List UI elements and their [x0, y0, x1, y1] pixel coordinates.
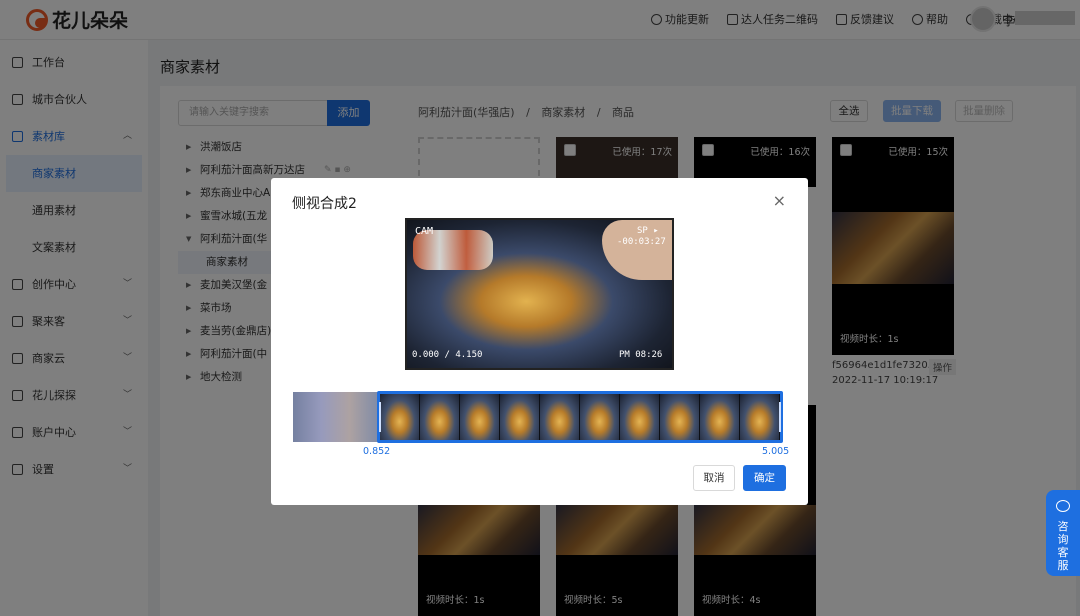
timeline-frame	[500, 394, 540, 440]
timeline-frame	[420, 394, 460, 440]
customer-service-button[interactable]: 咨询客服	[1046, 490, 1080, 576]
range-start-label: 0.852	[363, 446, 391, 457]
playback-time: 0.000 / 4.150	[412, 350, 483, 360]
range-end-handle[interactable]	[779, 402, 781, 432]
compose-dialog: 侧视合成2 × CAM SP ▸ -00:03:27 0.000 / 4.150…	[271, 178, 808, 505]
sp-label: SP ▸	[637, 226, 659, 236]
video-preview[interactable]: CAM SP ▸ -00:03:27 0.000 / 4.150 PM 08:2…	[405, 218, 674, 370]
timeline-frame	[740, 394, 780, 440]
clock-label: PM 08:26	[619, 350, 663, 360]
customer-service-label: 咨询客服	[1057, 520, 1069, 572]
range-start-handle[interactable]	[379, 402, 381, 432]
timeline-selection[interactable]	[377, 391, 783, 443]
range-end-label: 5.005	[762, 446, 790, 457]
timeline-frame	[460, 394, 500, 440]
timeline-frame	[620, 394, 660, 440]
chat-icon	[1056, 500, 1070, 512]
confirm-button[interactable]: 确定	[743, 465, 786, 491]
timeline-unselected	[293, 392, 378, 442]
timeline-strip[interactable]	[293, 391, 783, 443]
timecode: -00:03:27	[617, 237, 666, 247]
timeline-frame	[380, 394, 420, 440]
timeline-frame	[580, 394, 620, 440]
timeline-frame	[700, 394, 740, 440]
close-icon[interactable]: ×	[773, 191, 786, 210]
dialog-title: 侧视合成2	[292, 196, 357, 212]
cancel-button[interactable]: 取消	[693, 465, 735, 491]
timeline-frame	[540, 394, 580, 440]
cam-label: CAM	[415, 226, 434, 237]
timeline-frame	[660, 394, 700, 440]
